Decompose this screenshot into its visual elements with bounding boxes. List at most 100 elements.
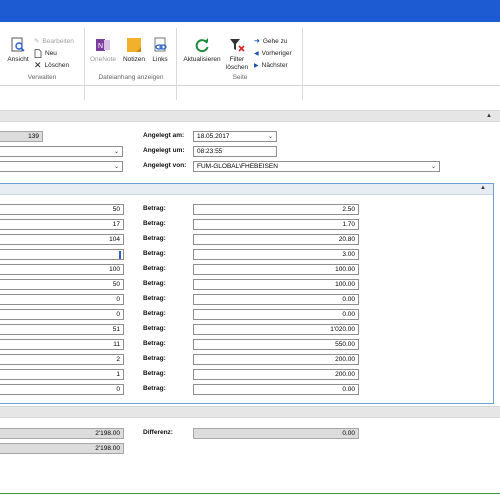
section-header-general[interactable]: ▲ xyxy=(0,110,500,122)
gehe-zu-label: Gehe zu xyxy=(262,37,288,45)
refresh-icon xyxy=(195,38,209,53)
ribbon-separator xyxy=(84,28,85,100)
betrag-field[interactable]: 0.00 xyxy=(193,309,359,320)
total-field-1: 2'198.00 xyxy=(0,428,124,439)
status-bar-edge xyxy=(0,493,500,500)
lines-panel: ▲ 50 Betrag: 2.50 17 Betrag: 1.70 104 Betrag: 20… xyxy=(0,183,494,404)
ribbon: Ansicht ✎ Bearbeiten Neu ✕ Löschen Verwa… xyxy=(0,22,500,100)
chevron-down-icon[interactable]: ⌄ xyxy=(431,163,436,171)
chevron-down-icon[interactable]: ⌄ xyxy=(114,148,119,156)
section-header-totals[interactable] xyxy=(0,406,500,418)
quantity-field[interactable]: 11 xyxy=(0,339,124,350)
chevron-down-icon[interactable]: ⌄ xyxy=(268,133,273,141)
filter-loeschen-button[interactable]: Filter löschen xyxy=(224,37,250,72)
vorheriger-button[interactable]: ◀ Vorheriger xyxy=(254,48,292,58)
quantity-field[interactable]: 1 xyxy=(0,369,124,380)
notizen-button[interactable]: Notizen xyxy=(120,37,148,64)
betrag-label: Betrag: xyxy=(143,205,166,212)
quantity-field[interactable]: 0 xyxy=(0,294,124,305)
new-document-icon xyxy=(34,48,42,58)
notizen-label: Notizen xyxy=(122,56,146,63)
delete-x-icon: ✕ xyxy=(34,59,42,70)
quantity-field[interactable]: 17 xyxy=(0,219,124,230)
next-arrow-icon: ▶ xyxy=(254,62,259,69)
angelegt-am-field[interactable]: 18.05.2017 ⌄ xyxy=(193,131,277,142)
naechster-label: Nächster xyxy=(261,61,288,69)
betrag-field[interactable]: 1'020.00 xyxy=(193,324,359,335)
betrag-field[interactable]: 3.00 xyxy=(193,249,359,260)
seite-group-label: Seite xyxy=(232,74,248,81)
betrag-label: Betrag: xyxy=(143,385,166,392)
chevron-down-icon[interactable]: ⌄ xyxy=(114,163,119,171)
previous-arrow-icon: ◀ xyxy=(254,50,259,57)
window-titlebar xyxy=(0,0,500,22)
differenz-label: Differenz: xyxy=(143,429,173,436)
betrag-field[interactable]: 2.50 xyxy=(193,204,359,215)
quantity-field[interactable]: 100 xyxy=(0,264,124,275)
quantity-field[interactable]: 104 xyxy=(0,234,124,245)
betrag-field[interactable]: 100.00 xyxy=(193,264,359,275)
quantity-field[interactable]: 51 xyxy=(0,324,124,335)
betrag-field[interactable]: 200.00 xyxy=(193,369,359,380)
betrag-label: Betrag: xyxy=(143,355,166,362)
number-field: 139 xyxy=(0,131,43,142)
verwalten-group-label: Verwalten xyxy=(27,74,57,81)
bearbeiten-button[interactable]: ✎ Bearbeiten xyxy=(34,36,74,46)
angelegt-von-field[interactable]: FUM-GLOBAL\FHEBEISEN ⌄ xyxy=(193,161,440,172)
quantity-field[interactable] xyxy=(0,249,124,260)
collapse-caret-icon[interactable]: ▲ xyxy=(480,185,486,191)
betrag-label: Betrag: xyxy=(143,370,166,377)
text-cursor xyxy=(119,251,121,259)
angelegt-um-field[interactable]: 08:23:55 xyxy=(193,146,277,157)
naechster-button[interactable]: ▶ Nächster xyxy=(254,60,288,70)
betrag-field[interactable]: 0.00 xyxy=(193,384,359,395)
aktualisieren-label: Aktualisieren xyxy=(183,56,221,63)
onenote-icon: N xyxy=(96,39,110,51)
gehe-zu-button[interactable]: ➜ Gehe zu xyxy=(254,36,287,46)
links-label: Links xyxy=(152,56,168,63)
quantity-field[interactable]: 0 xyxy=(0,384,124,395)
ansicht-label: Ansicht xyxy=(7,56,29,63)
betrag-field[interactable]: 550.00 xyxy=(193,339,359,350)
svg-text:N: N xyxy=(98,43,103,50)
betrag-label: Betrag: xyxy=(143,340,166,347)
clear-filter-icon xyxy=(230,39,245,52)
loeschen-button[interactable]: ✕ Löschen xyxy=(34,60,69,70)
dateianhang-group-label: Dateianhang anzeigen xyxy=(98,74,164,81)
notes-icon xyxy=(127,38,141,52)
ansicht-button[interactable]: Ansicht xyxy=(6,37,30,64)
betrag-field[interactable]: 0.00 xyxy=(193,294,359,305)
betrag-field[interactable]: 1.70 xyxy=(193,219,359,230)
quantity-field[interactable]: 50 xyxy=(0,279,124,290)
filter-label-line2: löschen xyxy=(225,64,249,71)
betrag-label: Betrag: xyxy=(143,325,166,332)
neu-button[interactable]: Neu xyxy=(34,48,57,58)
dropdown-field-2[interactable]: ⌄ xyxy=(0,161,123,172)
onenote-label: OneNote xyxy=(89,56,117,63)
ribbon-separator xyxy=(176,28,177,100)
betrag-field[interactable]: 100.00 xyxy=(193,279,359,290)
goto-arrow-icon: ➜ xyxy=(254,38,260,45)
quantity-field[interactable]: 0 xyxy=(0,309,124,320)
view-icon xyxy=(11,37,25,52)
betrag-label: Betrag: xyxy=(143,220,166,227)
angelegt-am-label: Angelegt am: xyxy=(143,132,185,139)
onenote-button[interactable]: N OneNote xyxy=(88,37,118,64)
betrag-field[interactable]: 20.80 xyxy=(193,234,359,245)
vorheriger-label: Vorheriger xyxy=(261,49,292,57)
collapse-caret-icon[interactable]: ▲ xyxy=(486,113,492,119)
aktualisieren-button[interactable]: Aktualisieren xyxy=(181,37,223,64)
betrag-label: Betrag: xyxy=(143,265,166,272)
lines-panel-header[interactable]: ▲ xyxy=(0,184,493,195)
betrag-field[interactable]: 200.00 xyxy=(193,354,359,365)
quantity-field[interactable]: 50 xyxy=(0,204,124,215)
total-field-2: 2'198.00 xyxy=(0,443,124,454)
quantity-field[interactable]: 2 xyxy=(0,354,124,365)
dropdown-field-1[interactable]: ⌄ xyxy=(0,146,123,157)
neu-label: Neu xyxy=(45,49,57,57)
bearbeiten-label: Bearbeiten xyxy=(42,37,74,45)
angelegt-um-label: Angelegt um: xyxy=(143,147,185,154)
links-button[interactable]: Links xyxy=(150,37,170,64)
angelegt-von-label: Angelegt von: xyxy=(143,162,187,169)
betrag-label: Betrag: xyxy=(143,310,166,317)
